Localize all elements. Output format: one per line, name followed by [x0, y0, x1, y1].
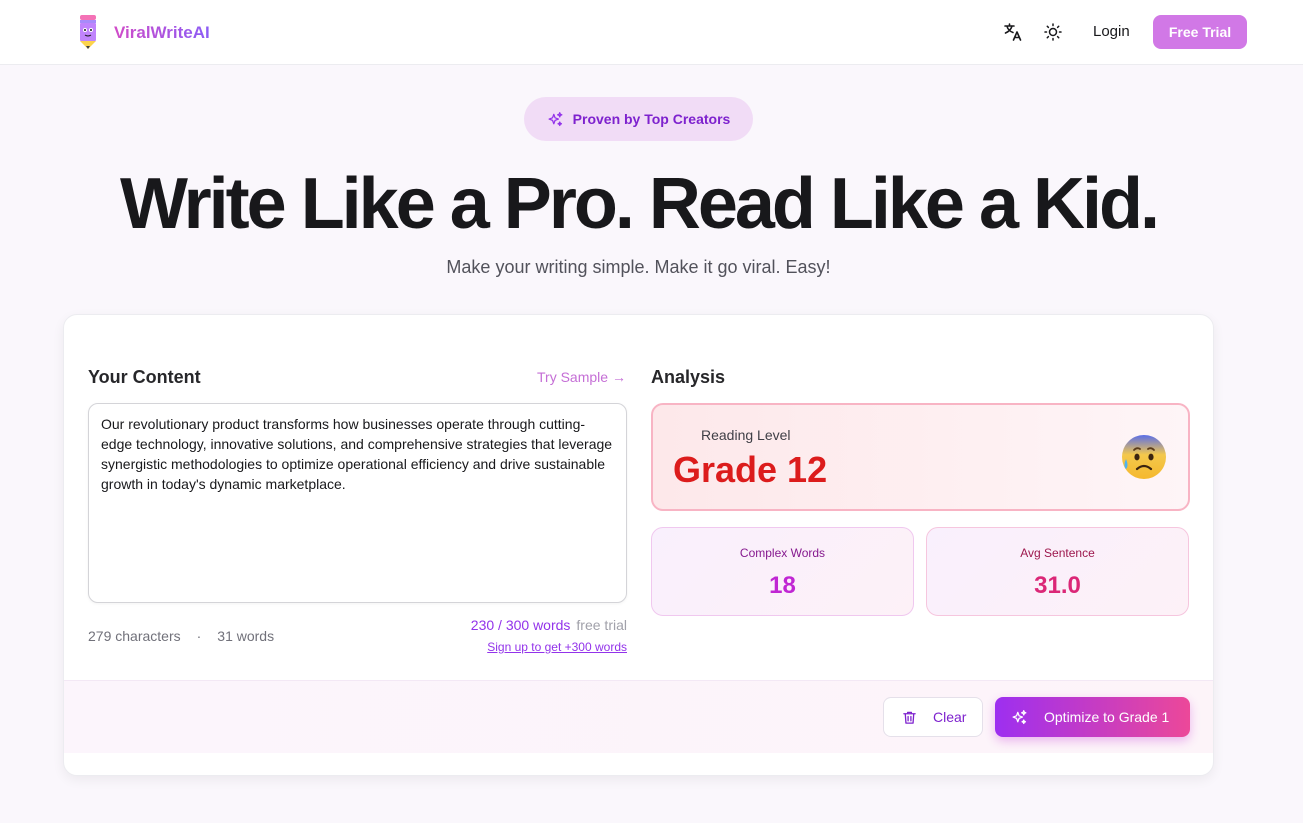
complex-words-value: 18 — [769, 572, 796, 599]
reading-level-label: Reading Level — [701, 427, 791, 443]
signup-link[interactable]: Sign up to get +300 words — [444, 640, 627, 654]
login-link[interactable]: Login — [1093, 23, 1130, 40]
page-subheadline: Make your writing simple. Make it go vir… — [446, 257, 831, 277]
clear-button[interactable]: Clear — [883, 697, 983, 737]
creators-badge: Proven by Top Creators — [524, 97, 753, 141]
translate-icon[interactable] — [1003, 22, 1023, 42]
clear-button-label: Clear — [933, 709, 967, 725]
sparkles-icon — [548, 111, 563, 126]
optimize-button[interactable]: Optimize to Grade 1 — [995, 697, 1190, 737]
complex-words-card: Complex Words 18 — [651, 527, 914, 616]
trash-icon — [903, 711, 916, 724]
page-headline: Write Like a Pro. Read Like a Kid. — [119, 164, 1160, 244]
sparkles-icon — [1012, 709, 1027, 724]
word-count: 31 words — [217, 628, 275, 644]
editor-card: Your Content Try Sample → Our revolution… — [63, 314, 1214, 776]
avg-sentence-card: Avg Sentence 31.0 — [926, 527, 1189, 616]
free-trial-button[interactable]: Free Trial — [1153, 15, 1247, 49]
brand-logo[interactable]: ViralWriteAI — [78, 15, 210, 51]
character-count: 279 characters — [88, 628, 181, 644]
try-sample-link[interactable]: Try Sample → — [537, 369, 626, 385]
content-textarea[interactable]: Our revolutionary product transforms how… — [88, 403, 627, 603]
text-stats: 279 characters · 31 words — [88, 628, 274, 644]
avg-sentence-label: Avg Sentence — [1020, 546, 1095, 560]
pencil-mascot-icon — [80, 15, 96, 49]
reading-level-card: Reading Level Grade 12 — [651, 403, 1190, 511]
brand-name: ViralWriteAI — [114, 23, 210, 42]
avg-sentence-value: 31.0 — [1034, 572, 1081, 599]
optimize-button-label: Optimize to Grade 1 — [1044, 709, 1170, 725]
content-section-title: Your Content — [88, 367, 201, 387]
anxious-sweat-face-icon — [1122, 435, 1166, 479]
top-nav: ViralWriteAI Login Free Trial — [0, 0, 1303, 65]
analysis-section-title: Analysis — [651, 367, 726, 387]
stats-separator: · — [196, 628, 202, 644]
sun-icon[interactable] — [1043, 22, 1063, 42]
reading-level-value: Grade 12 — [673, 449, 828, 490]
quota-used: 230 / 300 words — [470, 617, 571, 633]
action-bar: Clear Optimize to Grade 1 — [64, 680, 1213, 753]
badge-text: Proven by Top Creators — [572, 111, 731, 127]
word-quota: 230 / 300 words free trial — [456, 617, 627, 633]
complex-words-label: Complex Words — [739, 546, 826, 560]
quota-label: free trial — [576, 617, 627, 633]
